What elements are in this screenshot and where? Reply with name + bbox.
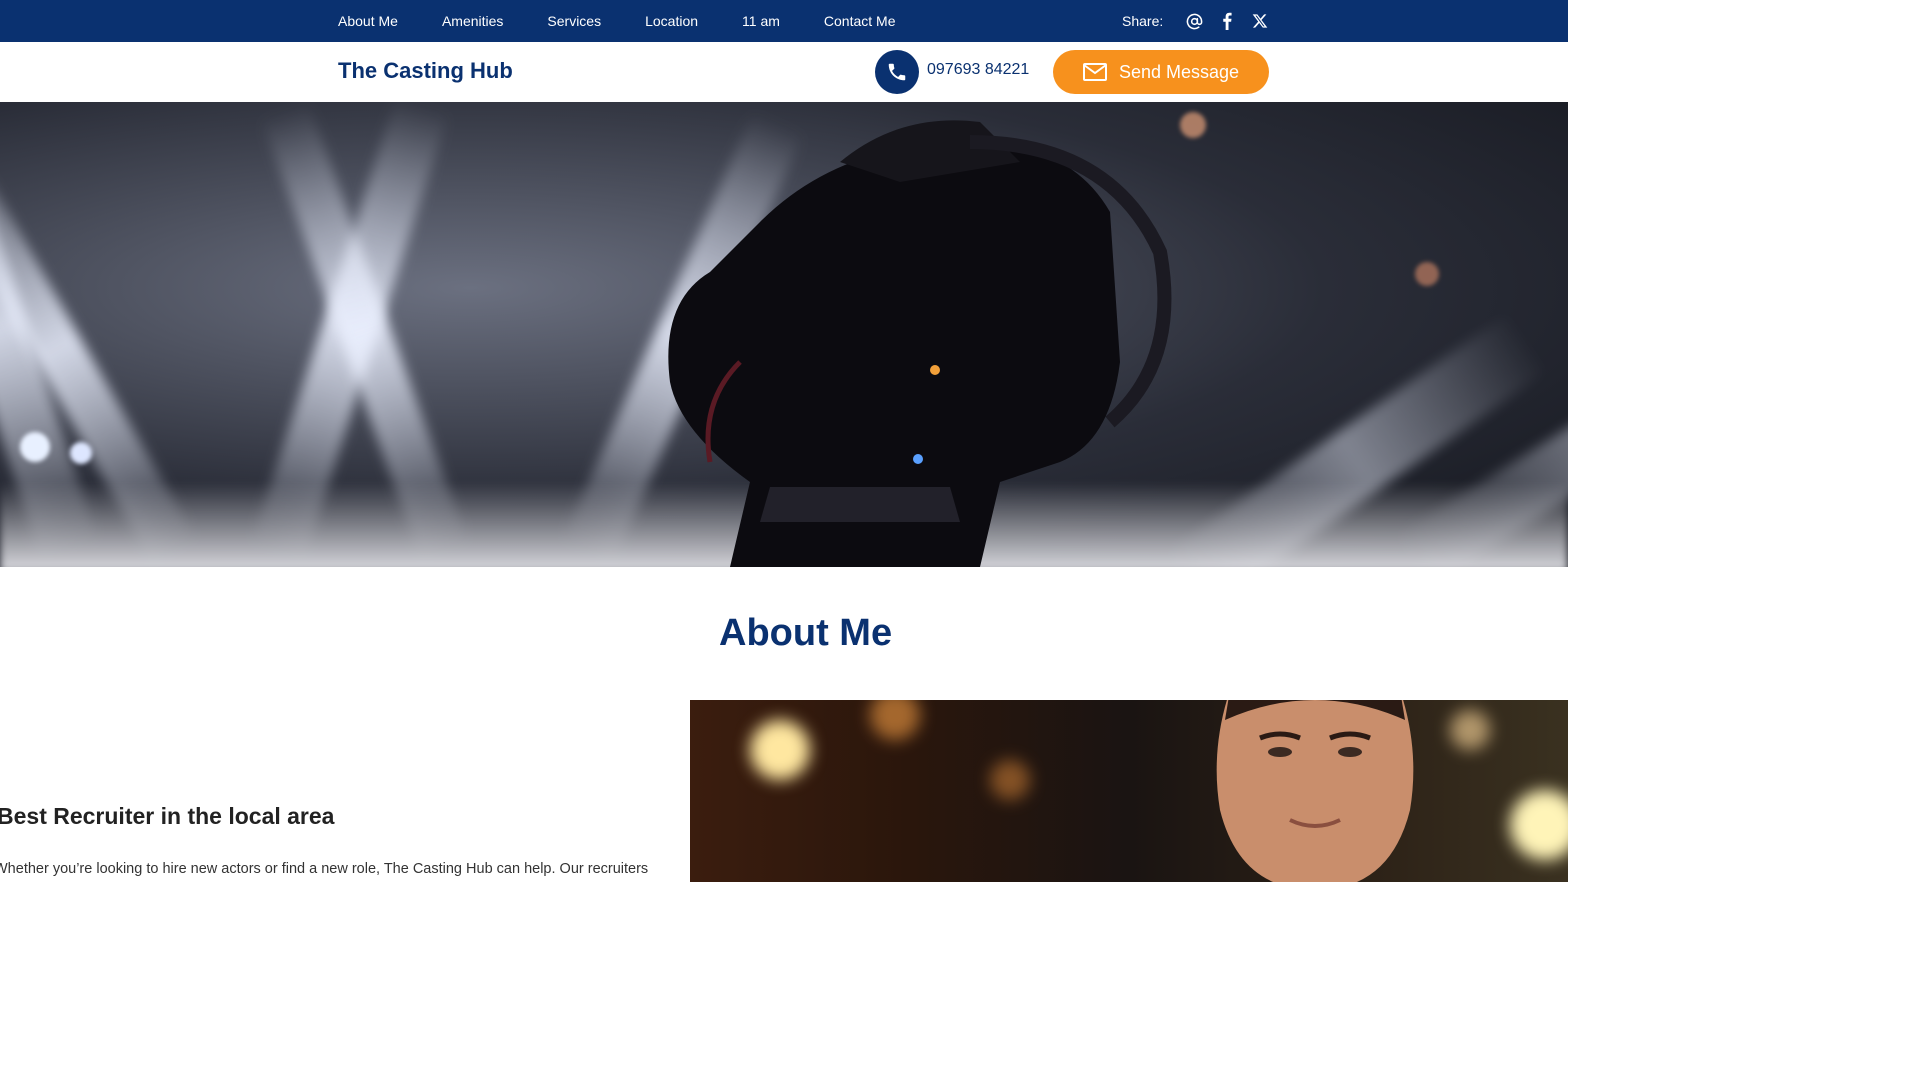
share-group: Share:	[1122, 0, 1269, 42]
about-subheading: Best Recruiter in the local area	[0, 803, 335, 829]
phone-icon[interactable]	[875, 50, 919, 94]
nav-link-contact-me[interactable]: Contact Me	[824, 13, 896, 29]
site-header: The Casting Hub 097693 84221 Send Messag…	[0, 42, 1568, 102]
phone-number[interactable]: 097693 84221	[927, 61, 1029, 79]
nav-link-location[interactable]: Location	[645, 13, 698, 29]
face-silhouette	[1216, 700, 1414, 882]
x-icon[interactable]	[1251, 12, 1269, 30]
send-message-label: Send Message	[1118, 61, 1240, 82]
share-label: Share:	[1122, 13, 1164, 29]
portrait-image	[690, 700, 1568, 882]
top-navigation-bar: About Me Amenities Services Location 11 …	[0, 0, 1568, 42]
send-message-button[interactable]: Send Message	[1053, 50, 1269, 94]
at-icon[interactable]	[1185, 12, 1203, 30]
site-brand[interactable]: The Casting Hub	[338, 58, 513, 84]
about-title: About Me	[719, 612, 893, 654]
hero-image	[0, 102, 1568, 567]
nav-link-services[interactable]: Services	[547, 13, 601, 29]
main-nav: About Me Amenities Services Location 11 …	[338, 0, 940, 42]
nav-link-amenities[interactable]: Amenities	[442, 13, 503, 29]
nav-link-hours[interactable]: 11 am	[742, 13, 780, 29]
about-paragraph: Whether you’re looking to hire new actor…	[0, 861, 649, 877]
camera-silhouette	[668, 120, 1172, 567]
mail-icon	[1082, 63, 1107, 81]
nav-link-about-me[interactable]: About Me	[338, 13, 398, 29]
facebook-icon[interactable]	[1218, 12, 1236, 30]
